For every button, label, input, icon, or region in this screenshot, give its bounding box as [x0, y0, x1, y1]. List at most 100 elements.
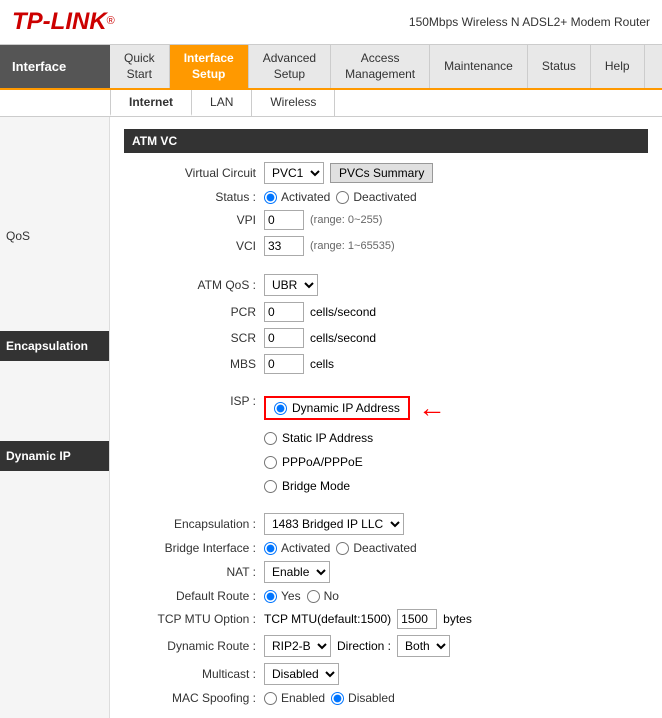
- bridge-label: Bridge Mode: [282, 479, 350, 493]
- default-route-yes-radio[interactable]: [264, 590, 277, 603]
- sidebar: QoS Encapsulation Dynamic IP: [0, 117, 110, 718]
- vci-label: VCI: [124, 239, 264, 253]
- dynamic-ip-radio[interactable]: [274, 402, 287, 415]
- dynamic-route-select[interactable]: RIP2-B: [264, 635, 331, 657]
- tcp-mtu-unit: bytes: [443, 612, 472, 626]
- nav-section-title: Interface: [0, 45, 110, 88]
- mac-spoofing-label: MAC Spoofing :: [124, 691, 264, 705]
- static-ip-radio[interactable]: [264, 432, 277, 445]
- deactivated-radio-group[interactable]: Deactivated: [336, 190, 416, 204]
- bridge-deactivated-label: Deactivated: [353, 541, 416, 555]
- mac-spoofing-row: MAC Spoofing : Enabled Disabled: [124, 690, 648, 706]
- nat-select[interactable]: Enable: [264, 561, 330, 583]
- deactivated-radio[interactable]: [336, 191, 349, 204]
- multicast-select[interactable]: Disabled: [264, 663, 339, 685]
- vc-select[interactable]: PVC1: [264, 162, 324, 184]
- logo: TP-LINK®: [12, 8, 115, 36]
- bridge-deactivated-radio[interactable]: [336, 542, 349, 555]
- bridge-interface-row: Bridge Interface : Activated Deactivated: [124, 540, 648, 556]
- bridge-deactivated-group[interactable]: Deactivated: [336, 541, 416, 555]
- yes-label: Yes: [281, 589, 301, 603]
- atm-qos-select[interactable]: UBR: [264, 274, 318, 296]
- atm-qos-row: ATM QoS : UBR: [124, 273, 648, 297]
- main-content: QoS Encapsulation Dynamic IP ATM VC Virt…: [0, 117, 662, 718]
- sub-nav: Internet LAN Wireless: [0, 90, 662, 117]
- encapsulation-label: Encapsulation :: [124, 517, 264, 531]
- no-label: No: [324, 589, 339, 603]
- nav-bar: Interface Quick Start Interface Setup Ad…: [0, 45, 662, 90]
- tcp-mtu-text: TCP MTU(default:1500): [264, 612, 391, 626]
- dynamic-ip-box: Dynamic IP Address: [264, 396, 410, 420]
- virtual-circuit-label: Virtual Circuit: [124, 166, 264, 180]
- isp-row: ISP : Dynamic IP Address ← Static IP Add…: [124, 393, 648, 496]
- activated-radio-group[interactable]: Activated: [264, 190, 330, 204]
- activated-radio[interactable]: [264, 191, 277, 204]
- mbs-row: MBS cells: [124, 353, 648, 375]
- default-route-yes-group[interactable]: Yes: [264, 589, 301, 603]
- bridge-activated-group[interactable]: Activated: [264, 541, 330, 555]
- nav-item-status[interactable]: Status: [528, 45, 591, 88]
- router-model: 150Mbps Wireless N ADSL2+ Modem Router: [409, 15, 650, 29]
- subnav-internet[interactable]: Internet: [110, 90, 192, 116]
- encapsulation-select[interactable]: 1483 Bridged IP LLC: [264, 513, 404, 535]
- pppoa-radio[interactable]: [264, 456, 277, 469]
- default-route-no-radio[interactable]: [307, 590, 320, 603]
- nav-item-interface-setup[interactable]: Interface Setup: [170, 45, 249, 88]
- virtual-circuit-value: PVC1 PVCs Summary: [264, 162, 433, 184]
- scr-row: SCR cells/second: [124, 327, 648, 349]
- bridge-radio[interactable]: [264, 480, 277, 493]
- mbs-input[interactable]: [264, 354, 304, 374]
- scr-label: SCR: [124, 331, 264, 345]
- nav-item-access-management[interactable]: Access Management: [331, 45, 430, 88]
- nat-label: NAT :: [124, 565, 264, 579]
- direction-label: Direction :: [337, 639, 391, 653]
- nat-row: NAT : Enable: [124, 560, 648, 584]
- bridge-row: Bridge Mode: [264, 479, 350, 493]
- vpi-input[interactable]: [264, 210, 304, 230]
- default-route-no-group[interactable]: No: [307, 589, 339, 603]
- pcr-label: PCR: [124, 305, 264, 319]
- atm-qos-label: ATM QoS :: [124, 278, 264, 292]
- sidebar-qos-label: QoS: [0, 221, 109, 251]
- vpi-range: (range: 0~255): [310, 214, 382, 226]
- mac-enabled-group[interactable]: Enabled: [264, 691, 325, 705]
- scr-input[interactable]: [264, 328, 304, 348]
- static-ip-row: Static IP Address: [264, 431, 373, 445]
- pcr-row: PCR cells/second: [124, 301, 648, 323]
- nav-item-advanced-setup[interactable]: Advanced Setup: [249, 45, 331, 88]
- mac-enabled-radio[interactable]: [264, 692, 277, 705]
- bridge-interface-label: Bridge Interface :: [124, 541, 264, 555]
- pcr-input[interactable]: [264, 302, 304, 322]
- header: TP-LINK® 150Mbps Wireless N ADSL2+ Modem…: [0, 0, 662, 45]
- default-route-row: Default Route : Yes No: [124, 588, 648, 604]
- pvcs-summary-btn[interactable]: PVCs Summary: [330, 163, 433, 183]
- multicast-label: Multicast :: [124, 667, 264, 681]
- status-row: Status : Activated Deactivated: [124, 189, 648, 205]
- vci-range: (range: 1~65535): [310, 240, 395, 252]
- pppoa-row: PPPoA/PPPoE: [264, 455, 363, 469]
- mac-enabled-label: Enabled: [281, 691, 325, 705]
- mac-disabled-group[interactable]: Disabled: [331, 691, 395, 705]
- nav-item-help[interactable]: Help: [591, 45, 645, 88]
- direction-select[interactable]: Both: [397, 635, 450, 657]
- sidebar-dynamic-ip: Dynamic IP: [0, 441, 109, 471]
- vpi-label: VPI: [124, 213, 264, 227]
- dynamic-route-row: Dynamic Route : RIP2-B Direction : Both: [124, 634, 648, 658]
- subnav-lan[interactable]: LAN: [192, 90, 252, 116]
- multicast-row: Multicast : Disabled: [124, 662, 648, 686]
- nav-item-quick-start[interactable]: Quick Start: [110, 45, 170, 88]
- vpi-row: VPI (range: 0~255): [124, 209, 648, 231]
- dynamic-route-label: Dynamic Route :: [124, 639, 264, 653]
- subnav-wireless[interactable]: Wireless: [252, 90, 335, 116]
- bridge-activated-radio[interactable]: [264, 542, 277, 555]
- status-label: Status :: [124, 190, 264, 204]
- mac-disabled-radio[interactable]: [331, 692, 344, 705]
- virtual-circuit-row: Virtual Circuit PVC1 PVCs Summary: [124, 161, 648, 185]
- nav-items: Quick Start Interface Setup Advanced Set…: [110, 45, 645, 88]
- tcp-mtu-input[interactable]: [397, 609, 437, 629]
- default-route-label: Default Route :: [124, 589, 264, 603]
- vci-input[interactable]: [264, 236, 304, 256]
- red-arrow-icon: ←: [418, 394, 446, 422]
- nav-item-maintenance[interactable]: Maintenance: [430, 45, 528, 88]
- vci-row: VCI (range: 1~65535): [124, 235, 648, 257]
